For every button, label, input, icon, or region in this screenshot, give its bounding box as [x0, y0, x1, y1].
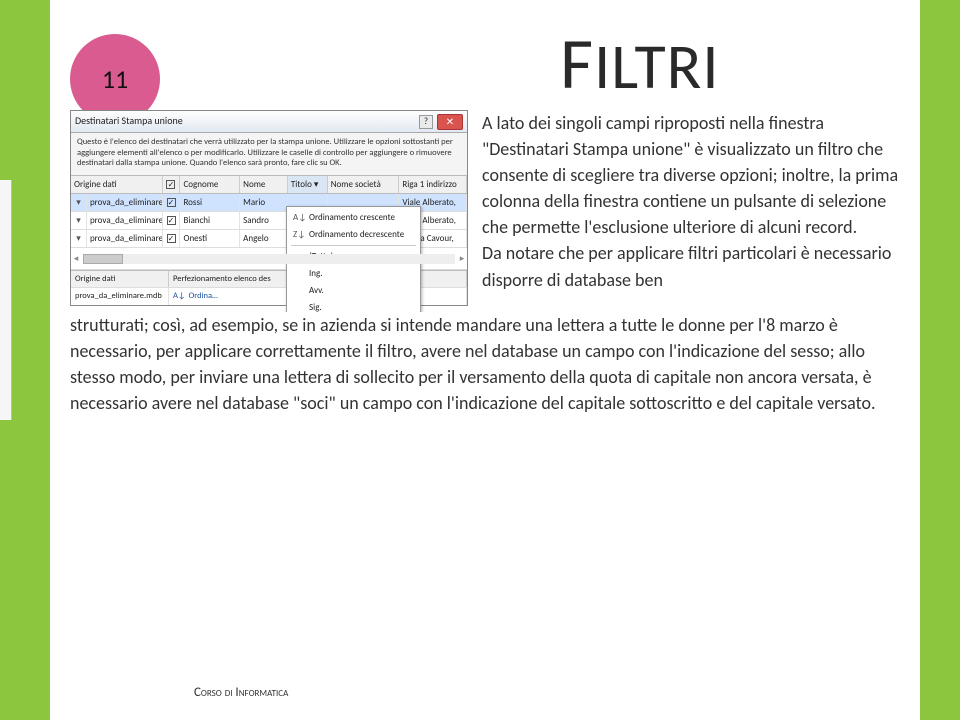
col-header-company[interactable]: Nome società: [328, 176, 400, 193]
row-dropdown-icon[interactable]: ▾: [71, 230, 87, 247]
menu-item-sort-desc[interactable]: Z↓Ordinamento decrescente: [287, 226, 420, 243]
row-dropdown-icon[interactable]: ▾: [71, 194, 87, 211]
col-header-title[interactable]: Titolo ▾: [288, 176, 328, 193]
data-source-file[interactable]: prova_da_eliminare.mdb: [71, 288, 169, 304]
cell-origin: prova_da_eliminare…: [87, 230, 163, 247]
row-dropdown-icon[interactable]: ▾: [71, 212, 87, 229]
cell-name: Sandro: [240, 212, 288, 229]
right-accent-band: [920, 0, 960, 720]
paragraph-2a: Da notare che per applicare filtri parti…: [482, 242, 891, 290]
col-header-address[interactable]: Riga 1 indirizzo: [399, 176, 467, 193]
sort-icon: A↓: [173, 291, 186, 301]
menu-item-avv[interactable]: Avv.: [287, 282, 420, 299]
paragraph-1: A lato dei singoli campi riproposti nell…: [482, 112, 898, 238]
help-button[interactable]: ?: [419, 115, 433, 129]
refine-label-origin: Origine dati: [71, 271, 169, 287]
dialog-window: Destinatari Stampa unione ? ✕ Questo è l…: [70, 110, 468, 306]
dialog-titlebar: Destinatari Stampa unione ? ✕: [71, 111, 467, 133]
clipped-window-edge: [0, 180, 12, 420]
scrollbar-thumb[interactable]: [83, 254, 123, 264]
cell-name: Angelo: [240, 230, 288, 247]
dialog-screenshot: Destinatari Stampa unione ? ✕ Questo è l…: [70, 110, 468, 306]
cell-check[interactable]: ✓: [163, 230, 181, 247]
scroll-left-icon[interactable]: ◂: [71, 252, 81, 265]
cell-origin: prova_da_eliminare…: [87, 212, 163, 229]
course-footer: Corso di Informatica: [194, 685, 288, 700]
grid-header-row: Origine dati ✓ Cognome Nome Titolo ▾ Nom…: [71, 176, 467, 194]
dialog-title-text: Destinatari Stampa unione: [75, 114, 183, 129]
menu-item-sort-asc[interactable]: A↓Ordinamento crescente: [287, 209, 420, 226]
col-header-surname[interactable]: Cognome: [180, 176, 240, 193]
recipients-grid: Origine dati ✓ Cognome Nome Titolo ▾ Nom…: [71, 175, 467, 270]
cell-surname: Onesti: [180, 230, 240, 247]
sort-asc-icon: A↓: [293, 211, 303, 224]
menu-item-sig[interactable]: Sig.: [287, 299, 420, 312]
dialog-description: Questo è l'elenco dei destinatari che ve…: [71, 133, 467, 175]
cell-surname: Bianchi: [180, 212, 240, 229]
sort-desc-icon: Z↓: [293, 228, 303, 241]
cell-check[interactable]: ✓: [163, 194, 181, 211]
menu-separator: [291, 245, 416, 246]
cell-name: Mario: [240, 194, 288, 211]
scroll-right-icon[interactable]: ▸: [457, 252, 467, 265]
body-content: Destinatari Stampa unione ? ✕ Questo è l…: [70, 110, 910, 416]
col-header-origin[interactable]: Origine dati: [71, 176, 163, 193]
cell-surname: Rossi: [180, 194, 240, 211]
title-initial: F: [560, 20, 594, 108]
col-header-name[interactable]: Nome: [240, 176, 288, 193]
cell-check[interactable]: ✓: [163, 212, 181, 229]
dropdown-icon: ▾: [314, 179, 319, 190]
page-number-text: 11: [102, 63, 128, 95]
cell-origin: prova_da_eliminare…: [87, 194, 163, 211]
menu-item-ing[interactable]: Ing.: [287, 265, 420, 282]
close-button[interactable]: ✕: [437, 114, 463, 130]
horizontal-scrollbar[interactable]: [83, 254, 455, 264]
col-header-check[interactable]: ✓: [163, 176, 181, 193]
page-title: FILTRI: [560, 20, 720, 108]
paragraph-2b: strutturati; così, ad esempio, se in azi…: [70, 314, 876, 414]
title-rest: ILTRI: [594, 28, 719, 106]
